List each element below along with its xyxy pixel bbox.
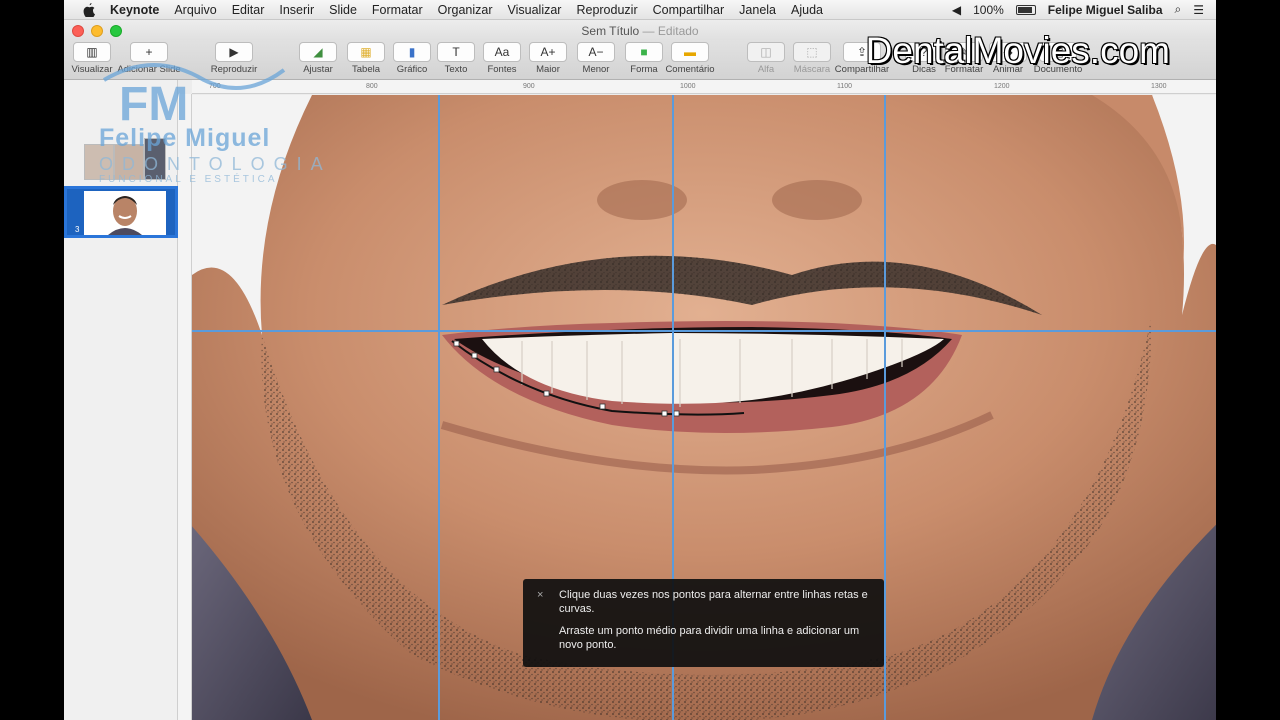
document-title: Sem Título [581, 24, 640, 38]
chart-label: Gráfico [396, 64, 428, 75]
ruler-tick-label: 900 [523, 83, 535, 90]
menu-formatar[interactable]: Formatar [372, 3, 423, 17]
vertical-guide-left[interactable] [438, 95, 440, 720]
volume-icon[interactable]: ◀ [952, 3, 961, 17]
comment-icon: ▬ [671, 42, 709, 62]
font-bigger-icon: A+ [529, 42, 567, 62]
table-icon: ▦ [347, 42, 385, 62]
menu-janela[interactable]: Janela [739, 3, 776, 17]
notification-center-icon[interactable]: ☰ [1193, 3, 1204, 17]
menu-inserir[interactable]: Inserir [279, 3, 314, 17]
menu-organizar[interactable]: Organizar [438, 3, 493, 17]
shape-icon: ■ [625, 42, 663, 62]
logo-tagline: FUNCIONAL E ESTÉTICA [99, 174, 278, 185]
logo-specialty: ODONTOLOGIA [99, 154, 332, 174]
vertical-guide-right[interactable] [884, 95, 886, 720]
tooltip-close-icon[interactable]: × [537, 588, 543, 602]
slide-number: 3 [75, 225, 80, 234]
fonts-label: Fontes [487, 64, 517, 75]
table-label: Tabela [352, 64, 380, 75]
tooltip-line-2: Arraste um ponto médio para dividir uma … [559, 625, 860, 651]
user-name[interactable]: Felipe Miguel Saliba [1048, 3, 1163, 17]
app-menu[interactable]: Keynote [110, 3, 159, 17]
menu-reproduzir[interactable]: Reproduzir [576, 3, 637, 17]
menu-visualizar[interactable]: Visualizar [508, 3, 562, 17]
svg-text:FM: FM [119, 78, 188, 130]
mask-icon: ⬚ [793, 42, 831, 62]
logo-mark: FM [102, 63, 286, 131]
keynote-window: Keynote Arquivo Editar Inserir Slide For… [64, 0, 1216, 720]
spotlight-search-icon[interactable]: ⌕ [1175, 2, 1182, 17]
fonts-icon: Aa [483, 42, 521, 62]
text-icon: T [437, 42, 475, 62]
mask-label: Máscara [793, 64, 831, 75]
battery-icon[interactable] [1015, 4, 1036, 15]
shape-edit-tooltip: × Clique duas vezes nos pontos para alte… [523, 579, 884, 667]
menu-bar: Keynote Arquivo Editar Inserir Slide For… [64, 0, 1216, 20]
clinic-logo: FM Felipe Miguel ODONTOLOGIA FUNCIONAL E… [94, 40, 323, 190]
ruler-tick-label: 1000 [680, 83, 696, 90]
tooltip-line-1: Clique duas vezes nos pontos para altern… [559, 589, 868, 615]
font-smaller-label: Menor [582, 64, 610, 75]
ruler-tick-label: 1200 [994, 83, 1010, 90]
ruler-tick-label: 1300 [1151, 83, 1167, 90]
adjust-icon: ◢ [299, 42, 337, 62]
logo-name: Felipe Miguel [99, 124, 271, 152]
comment-button[interactable]: ▬ Comentário [660, 42, 720, 75]
font-bigger-label: Maior [536, 64, 560, 75]
alpha-label: Alfa [757, 64, 775, 75]
slide-canvas[interactable]: × Clique duas vezes nos pontos para alte… [192, 95, 1216, 720]
selected-slide-preview [84, 191, 166, 235]
document-status: Editado [657, 24, 699, 38]
text-label: Texto [444, 64, 468, 75]
horizontal-ruler: 700 800 900 1000 1100 1200 1300 [192, 80, 1216, 94]
comment-label: Comentário [665, 64, 715, 75]
slide-thumbnail-selected[interactable]: 3 [64, 186, 178, 238]
ruler-tick-label: 1100 [837, 83, 853, 90]
horizontal-guide[interactable] [192, 330, 1216, 332]
watermark: DentalMovies.com [865, 30, 1170, 71]
apple-icon[interactable] [82, 2, 96, 17]
menu-slide[interactable]: Slide [329, 3, 357, 17]
menu-editar[interactable]: Editar [232, 3, 265, 17]
font-smaller-icon: A− [577, 42, 615, 62]
alpha-icon: ◫ [747, 42, 785, 62]
menu-ajuda[interactable]: Ajuda [791, 3, 823, 17]
menu-arquivo[interactable]: Arquivo [174, 3, 216, 17]
adjust-label: Ajustar [303, 64, 333, 75]
ruler-tick-label: 800 [366, 83, 378, 90]
battery-percent: 100% [973, 2, 1004, 17]
menu-compartilhar[interactable]: Compartilhar [653, 3, 725, 17]
shape-label: Forma [630, 64, 658, 75]
